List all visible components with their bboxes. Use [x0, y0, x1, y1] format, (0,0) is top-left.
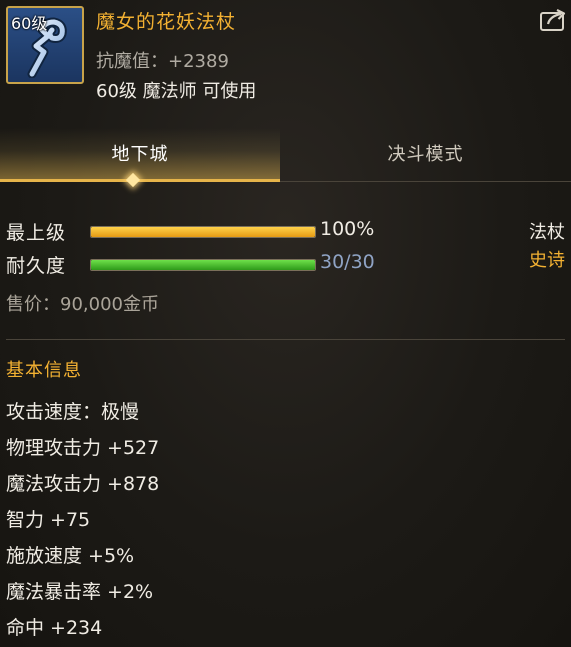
durability-bar	[90, 259, 316, 271]
item-level-badge: 60级	[11, 14, 48, 33]
attr-hit-rate: 命中 +234	[6, 617, 103, 639]
section-divider	[6, 339, 565, 340]
mode-tabs: 地下城 决斗模式	[0, 128, 571, 182]
rarity-tag: 史诗	[529, 250, 565, 271]
sell-price: 售价：90,000金币	[6, 294, 159, 315]
usage-requirement: 60级 魔法师 可使用	[96, 81, 257, 102]
item-name: 魔女的花妖法杖	[96, 11, 237, 33]
durability-value: 30/30	[320, 251, 375, 273]
attr-magic-crit: 魔法暴击率 +2%	[6, 581, 154, 603]
tab-duel-mode[interactable]: 决斗模式	[280, 128, 571, 182]
share-icon[interactable]	[539, 8, 567, 32]
tab-dungeon[interactable]: 地下城	[0, 128, 280, 182]
attr-cast-speed: 施放速度 +5%	[6, 545, 135, 567]
item-tooltip-panel: 60级 魔女的花妖法杖 抗魔值：+2389 60级 魔法师 可使用 地下城 决斗…	[0, 0, 571, 647]
grade-bar-fill	[91, 227, 315, 237]
weapon-type-tag: 法杖	[529, 222, 565, 243]
grade-bar	[90, 226, 316, 238]
durability-row: 耐久度 30/30	[6, 251, 566, 279]
durability-bar-fill	[91, 260, 315, 270]
durability-label: 耐久度	[6, 255, 67, 277]
attr-physical-attack: 物理攻击力 +527	[6, 437, 160, 459]
grade-value: 100%	[320, 218, 375, 240]
anti-magic-stat: 抗魔值：+2389	[96, 51, 229, 72]
grade-label: 最上级	[6, 222, 67, 244]
attr-intelligence: 智力 +75	[6, 509, 91, 531]
magic-staff-icon[interactable]: 60级	[6, 6, 84, 84]
attr-magic-attack: 魔法攻击力 +878	[6, 473, 160, 495]
attr-attack-speed: 攻击速度：极慢	[6, 401, 140, 423]
item-header: 60级 魔女的花妖法杖 抗魔值：+2389 60级 魔法师 可使用	[0, 0, 571, 112]
basic-info-title: 基本信息	[6, 360, 82, 381]
grade-row: 最上级 100%	[6, 218, 566, 246]
